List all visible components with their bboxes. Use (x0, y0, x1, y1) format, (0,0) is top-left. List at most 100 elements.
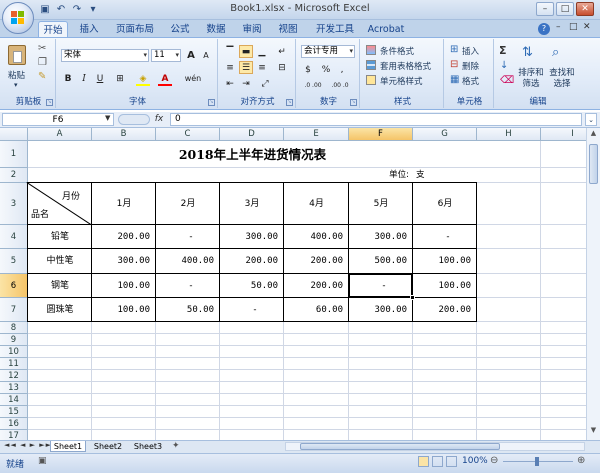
scroll-down-icon[interactable]: ▼ (588, 426, 599, 437)
formula-input[interactable]: 0 (170, 113, 582, 126)
clear-icon[interactable]: ⌫ (500, 75, 514, 86)
column-header-h[interactable]: H (477, 128, 541, 141)
horizontal-scroll-thumb[interactable] (300, 443, 500, 450)
help-icon[interactable]: ? (538, 23, 550, 35)
row-header-15[interactable]: 15 (0, 406, 28, 418)
zoom-slider-thumb[interactable] (535, 457, 539, 466)
vertical-scroll-thumb[interactable] (589, 144, 598, 184)
minimize-button[interactable]: – (536, 2, 554, 16)
format-painter-icon[interactable]: ✎ (38, 71, 46, 82)
paste-button[interactable]: 粘贴 (8, 69, 25, 81)
month-header-cell[interactable]: 2月 (156, 183, 220, 225)
find-select-button[interactable]: 查找和选择 (548, 68, 576, 90)
zoom-in-icon[interactable]: ⊕ (577, 455, 585, 466)
page-break-view-icon[interactable] (446, 456, 457, 467)
copy-icon[interactable]: ❐ (38, 57, 47, 68)
column-header-d[interactable]: D (220, 128, 284, 141)
name-box-dropdown-icon[interactable]: ▼ (105, 114, 110, 122)
cell-styles-button[interactable]: 单元格样式 (380, 75, 423, 87)
increase-indent-icon[interactable]: ⇥ (239, 77, 253, 90)
scroll-up-icon[interactable]: ▲ (588, 129, 599, 140)
align-middle-icon[interactable]: ▬ (239, 45, 253, 58)
value-cell[interactable]: 100.00 (92, 298, 150, 322)
select-all-corner[interactable] (0, 128, 28, 141)
row-header-17[interactable]: 17 (0, 430, 28, 440)
sheet-tab-3[interactable]: Sheet3 (130, 441, 166, 452)
row-header-8[interactable]: 8 (0, 322, 28, 334)
fill-icon[interactable]: ↓ (500, 60, 508, 71)
align-bottom-icon[interactable]: ▁ (255, 45, 269, 58)
number-launcher-icon[interactable]: ↘ (350, 99, 357, 106)
value-cell[interactable]: 60.00 (284, 298, 343, 322)
value-cell[interactable]: 300.00 (220, 225, 278, 249)
number-format-select[interactable]: 会计专用 ▾ (301, 45, 355, 58)
sort-filter-button[interactable]: 排序和筛选 (518, 68, 544, 90)
sheet-tab-1[interactable]: Sheet1 (50, 441, 86, 452)
value-cell[interactable]: 200.00 (92, 225, 150, 249)
tab-view[interactable]: 视图 (274, 21, 302, 38)
wrap-text-icon[interactable]: ↵ (275, 45, 289, 58)
currency-button[interactable]: $ (301, 63, 315, 76)
row-header-3[interactable]: 3 (0, 183, 28, 225)
horizontal-scrollbar[interactable] (285, 442, 585, 451)
underline-button[interactable]: U (93, 72, 107, 85)
item-name-cell[interactable]: 圆珠笔 (28, 298, 92, 322)
row-header-6[interactable]: 6 (0, 274, 28, 298)
worksheet-grid[interactable]: ABCDEFGHI 1 2 3 4 5 6 7 8 9 10 11 12 13 14 15 16 17 2018… (0, 128, 586, 440)
row-header-11[interactable]: 11 (0, 358, 28, 370)
increase-decimal-button[interactable]: .0 .00 (301, 79, 325, 92)
align-right-icon[interactable]: ≡ (255, 61, 269, 74)
column-header-g[interactable]: G (413, 128, 477, 141)
format-as-table-button[interactable]: 套用表格格式 (380, 60, 431, 72)
font-size-select[interactable]: 11 ▾ (151, 49, 181, 62)
align-left-icon[interactable]: ≡ (223, 61, 237, 74)
row-header-7[interactable]: 7 (0, 298, 28, 322)
sheet-tab-2[interactable]: Sheet2 (90, 441, 126, 452)
month-header-cell[interactable]: 4月 (284, 183, 349, 225)
tab-acrobat[interactable]: Acrobat (366, 21, 406, 38)
name-box[interactable]: F6 (2, 113, 114, 126)
column-header-c[interactable]: C (156, 128, 220, 141)
month-header-cell[interactable]: 1月 (92, 183, 156, 225)
value-cell[interactable]: - (413, 225, 471, 249)
tab-page-layout[interactable]: 页面布局 (112, 21, 158, 38)
column-header-i[interactable]: I (541, 128, 586, 141)
sheet-title[interactable]: 2018年上半年进货情况表 (28, 141, 477, 168)
close-button[interactable]: ✕ (576, 2, 594, 16)
column-header-a[interactable]: A (28, 128, 92, 141)
header-name-label[interactable]: 品名 (31, 207, 49, 220)
tab-data[interactable]: 数据 (202, 21, 230, 38)
row-header-12[interactable]: 12 (0, 370, 28, 382)
value-cell[interactable]: 200.00 (413, 298, 471, 322)
zoom-level[interactable]: 100% (462, 456, 488, 466)
value-cell[interactable]: - (156, 274, 214, 298)
borders-icon[interactable]: ⊞ (113, 72, 127, 85)
value-cell[interactable]: 50.00 (220, 274, 278, 298)
row-header-1[interactable]: 1 (0, 141, 28, 168)
value-cell[interactable]: 300.00 (92, 249, 150, 274)
formula-bar-handle[interactable] (118, 114, 150, 125)
value-cell[interactable]: 100.00 (413, 274, 471, 298)
grow-font-button[interactable]: A (184, 49, 198, 62)
value-cell[interactable]: 100.00 (92, 274, 150, 298)
conditional-format-button[interactable]: 条件格式 (380, 45, 414, 57)
macro-record-icon[interactable]: ▣ (38, 456, 47, 466)
alignment-launcher-icon[interactable]: ↘ (286, 99, 293, 106)
delete-cells-button[interactable]: 删除 (462, 60, 479, 72)
insert-function-button[interactable]: fx (152, 113, 166, 126)
unit-value[interactable]: 支 (416, 168, 456, 183)
font-name-select[interactable]: 宋体 ▾ (61, 49, 149, 62)
month-header-cell[interactable]: 3月 (220, 183, 284, 225)
phonetic-button[interactable]: wén (182, 72, 204, 85)
header-month-label[interactable]: 月份 (62, 189, 80, 202)
format-cells-button[interactable]: 格式 (462, 75, 479, 87)
italic-button[interactable]: I (77, 72, 91, 85)
value-cell[interactable]: 50.00 (156, 298, 214, 322)
cut-icon[interactable]: ✂ (38, 43, 46, 54)
row-header-10[interactable]: 10 (0, 346, 28, 358)
shrink-font-button[interactable]: A (199, 49, 213, 62)
comma-button[interactable]: , (335, 63, 349, 76)
row-header-5[interactable]: 5 (0, 249, 28, 274)
office-button[interactable] (2, 2, 34, 34)
column-header-f[interactable]: F (349, 128, 413, 141)
